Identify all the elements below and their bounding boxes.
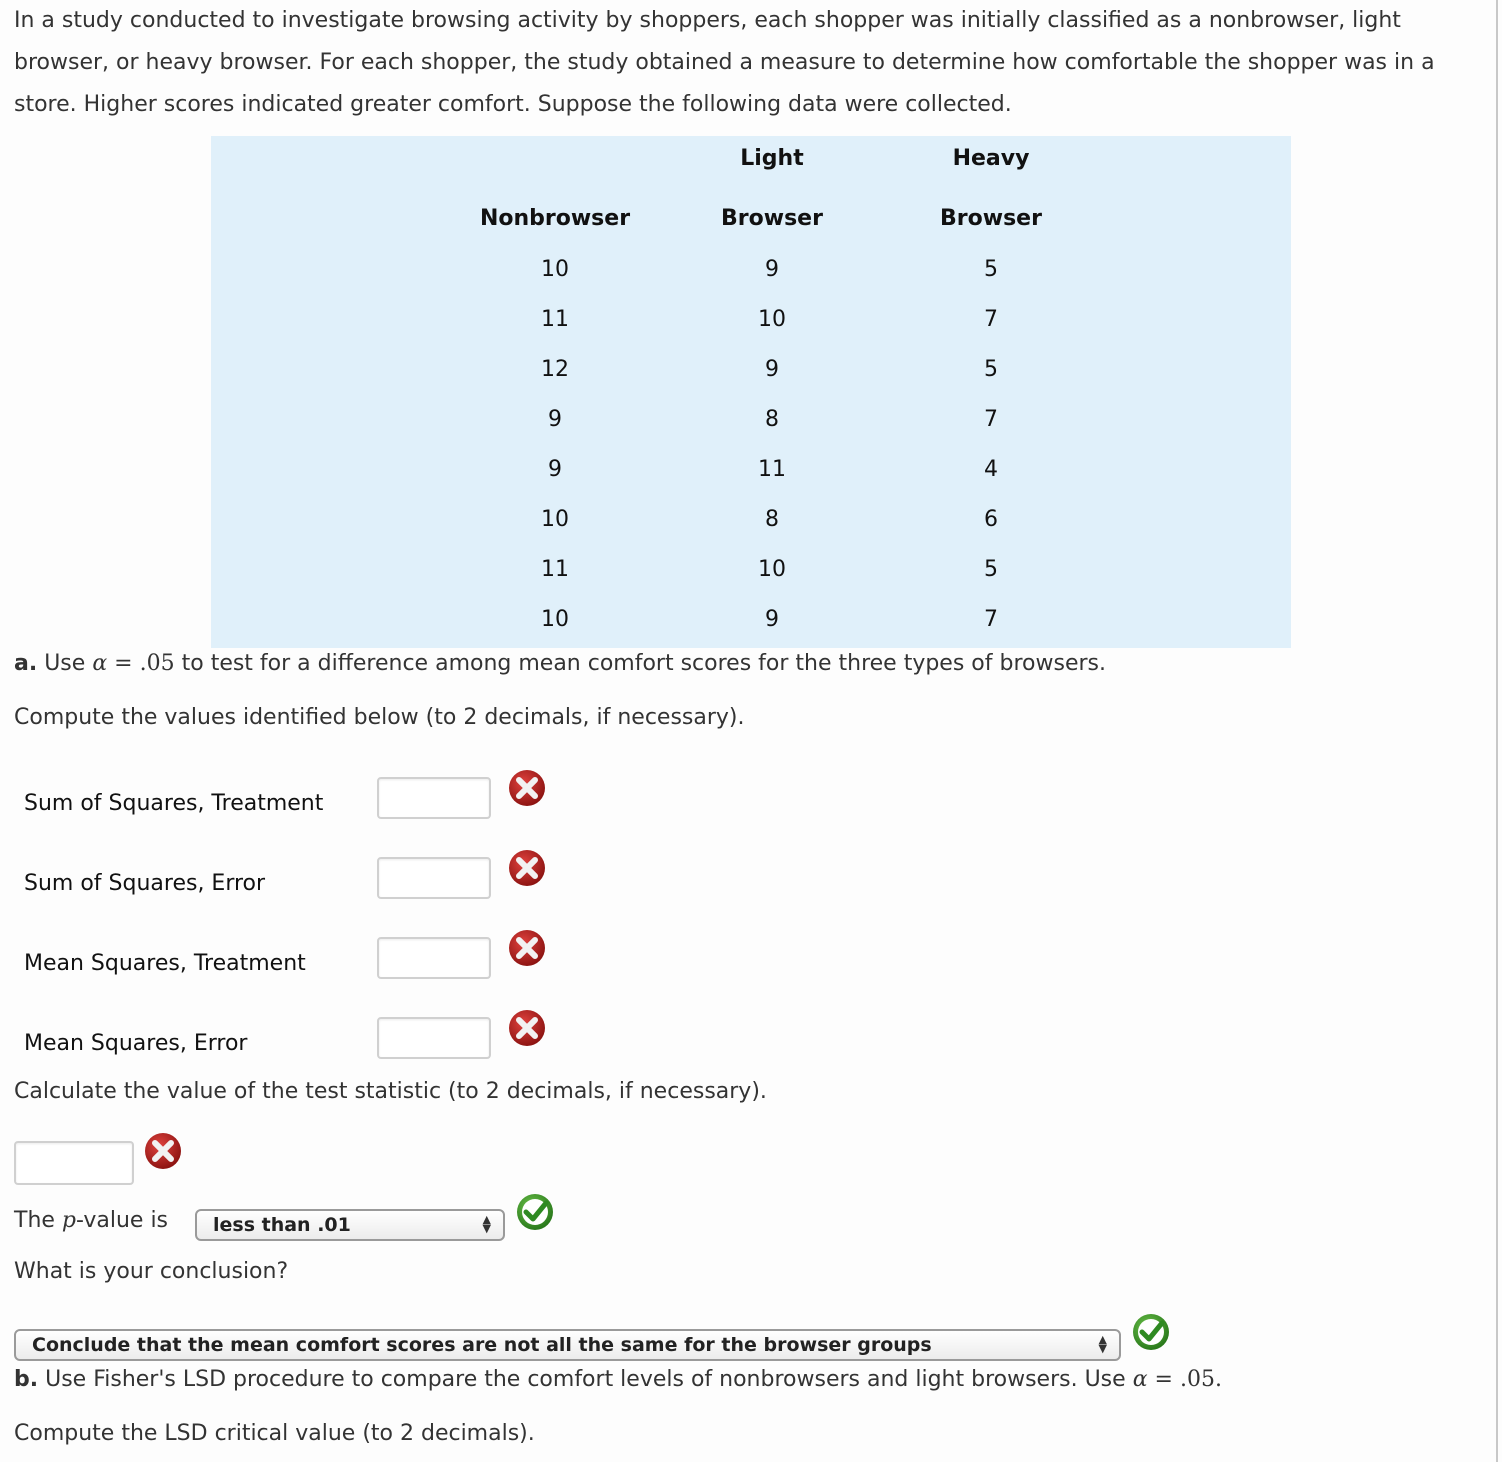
header-heavy-browser: Browser: [940, 206, 1042, 231]
part-a-label: a.: [14, 651, 38, 676]
table-cell: 4: [984, 457, 998, 482]
table-cell: 12: [541, 357, 569, 382]
table-cell: 10: [541, 507, 569, 532]
part-b-prompt: b. Use Fisher's LSD procedure to compare…: [14, 1367, 1222, 1392]
table-cell: 11: [758, 457, 786, 482]
conclusion-prompt: What is your conclusion?: [14, 1259, 289, 1284]
ms-treatment-input[interactable]: [377, 937, 491, 979]
incorrect-x-icon: [509, 850, 545, 886]
header-nonbrowser: Nonbrowser: [479, 206, 631, 231]
incorrect-x-icon: [509, 930, 545, 966]
alpha-symbol: α: [1132, 1367, 1148, 1392]
incorrect-x-icon: [509, 1010, 545, 1046]
table-cell: 10: [541, 607, 569, 632]
correct-check-icon: [1133, 1314, 1169, 1350]
data-table: Light Heavy Nonbrowser Browser Browser 1…: [211, 136, 1291, 648]
table-cell: 9: [548, 457, 562, 482]
pvalue-select[interactable]: less than .01 ▲ ▼: [195, 1209, 505, 1241]
ss-treatment-input[interactable]: [377, 777, 491, 819]
part-a-prompt: a. Use α = .05 to test for a difference …: [14, 651, 1106, 676]
page-right-border: [1496, 0, 1498, 1462]
test-stat-input[interactable]: [14, 1141, 134, 1185]
ms-error-label: Mean Squares, Error: [24, 1031, 248, 1056]
equals-sign: =: [114, 651, 133, 676]
table-cell: 9: [765, 357, 779, 382]
table-cell: 7: [984, 407, 998, 432]
part-a-text-before: Use: [44, 651, 86, 676]
equals-sign: =: [1154, 1367, 1173, 1392]
compute-prompt: Compute the values identified below (to …: [14, 705, 745, 730]
alpha-value: .05.: [1179, 1367, 1222, 1392]
table-cell: 9: [765, 257, 779, 282]
table-cell: 9: [765, 607, 779, 632]
lsd-prompt: Compute the LSD critical value (to 2 dec…: [14, 1421, 535, 1446]
part-a-text-after: to test for a difference among mean comf…: [181, 651, 1106, 676]
correct-check-icon: [517, 1194, 553, 1230]
intro-paragraph: In a study conducted to investigate brow…: [14, 8, 1435, 117]
conclusion-selected: Conclude that the mean comfort scores ar…: [32, 1334, 932, 1356]
header-top-light: Light: [740, 146, 804, 171]
table-cell: 10: [541, 257, 569, 282]
table-cell: 5: [984, 257, 998, 282]
alpha-symbol: α: [92, 651, 108, 676]
table-cell: 5: [984, 357, 998, 382]
pvalue-prefix: The: [14, 1208, 55, 1233]
conclusion-select[interactable]: Conclude that the mean comfort scores ar…: [14, 1329, 1121, 1361]
table-cell: 8: [765, 507, 779, 532]
p-variable: p: [61, 1208, 77, 1233]
select-arrows-icon: ▲ ▼: [482, 1213, 491, 1235]
pvalue-selected: less than .01: [213, 1214, 351, 1236]
table-cell: 11: [541, 557, 569, 582]
incorrect-x-icon: [145, 1133, 181, 1169]
table-cell: 10: [758, 557, 786, 582]
alpha-value: .05: [139, 651, 175, 676]
incorrect-x-icon: [509, 770, 545, 806]
ms-error-input[interactable]: [377, 1017, 491, 1059]
ms-treatment-label: Mean Squares, Treatment: [24, 951, 306, 976]
table-cell: 7: [984, 607, 998, 632]
pvalue-label: The p-value is: [14, 1208, 168, 1233]
test-stat-prompt: Calculate the value of the test statisti…: [14, 1079, 767, 1104]
select-arrows-icon: ▲ ▼: [1098, 1333, 1107, 1355]
header-light-browser: Browser: [721, 206, 823, 231]
table-cell: 5: [984, 557, 998, 582]
header-top-heavy: Heavy: [952, 146, 1030, 171]
table-cell: 7: [984, 307, 998, 332]
table-cell: 6: [984, 507, 998, 532]
ss-error-label: Sum of Squares, Error: [24, 871, 266, 896]
part-b-label: b.: [14, 1367, 39, 1392]
table-cell: 10: [758, 307, 786, 332]
part-b-text: Use Fisher's LSD procedure to compare th…: [45, 1367, 1126, 1392]
table-cell: 8: [765, 407, 779, 432]
ss-error-input[interactable]: [377, 857, 491, 899]
pvalue-suffix: -value is: [76, 1208, 169, 1233]
ss-treatment-label: Sum of Squares, Treatment: [24, 791, 324, 816]
table-cell: 11: [541, 307, 569, 332]
table-cell: 9: [548, 407, 562, 432]
